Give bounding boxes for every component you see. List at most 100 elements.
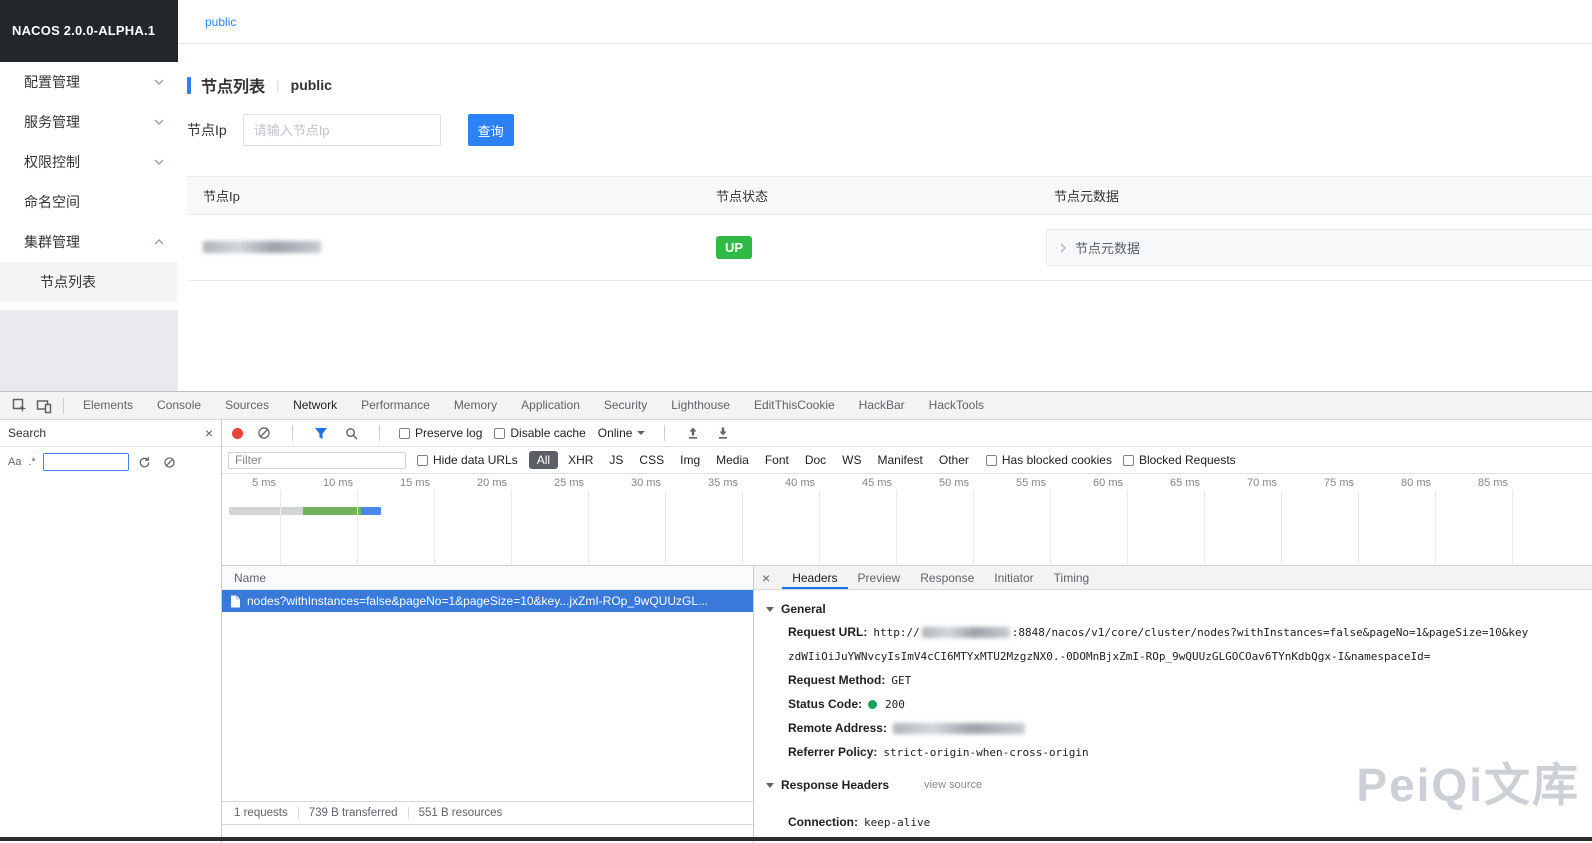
details-tab-response[interactable]: Response bbox=[910, 567, 984, 589]
summary-separator bbox=[298, 807, 299, 819]
timeline-gridline bbox=[357, 490, 358, 565]
timeline-tick-label: 60 ms bbox=[1065, 477, 1123, 489]
checkbox-icon bbox=[1123, 455, 1134, 466]
chevron-down-icon bbox=[637, 431, 645, 435]
device-toolbar-icon[interactable] bbox=[32, 394, 56, 418]
devtools-tab-sources[interactable]: Sources bbox=[213, 392, 281, 419]
timeline-gridline bbox=[665, 490, 666, 565]
network-pane: Preserve log Disable cache Online bbox=[222, 420, 1592, 843]
view-source-link[interactable]: view source bbox=[924, 779, 982, 791]
node-ip-cell bbox=[187, 239, 700, 257]
timeline-gridline bbox=[819, 490, 820, 565]
devtools-tab-console[interactable]: Console bbox=[145, 392, 213, 419]
filter-icon[interactable] bbox=[312, 424, 330, 442]
details-tab-timing[interactable]: Timing bbox=[1044, 567, 1100, 589]
timeline-tick-label: 20 ms bbox=[449, 477, 507, 489]
details-tab-initiator[interactable]: Initiator bbox=[984, 567, 1043, 589]
details-tab-headers[interactable]: Headers bbox=[782, 567, 847, 589]
filter-pill-img[interactable]: Img bbox=[674, 451, 706, 469]
details-tab-preview[interactable]: Preview bbox=[848, 567, 911, 589]
response-headers-section-header[interactable]: Response Headers view source bbox=[766, 774, 1592, 796]
namespace-bar: public bbox=[178, 0, 1592, 44]
search-refresh-icon[interactable] bbox=[136, 453, 154, 471]
filter-pill-font[interactable]: Font bbox=[759, 451, 795, 469]
has-blocked-cookies-checkbox[interactable]: Has blocked cookies bbox=[986, 453, 1112, 467]
sidebar-item-service[interactable]: 服务管理 bbox=[0, 102, 178, 142]
checkbox-icon bbox=[417, 455, 428, 466]
status-ok-icon bbox=[868, 700, 877, 709]
filter-pill-xhr[interactable]: XHR bbox=[562, 451, 599, 469]
search-clear-icon[interactable] bbox=[161, 453, 179, 471]
request-url-row: Request URL: http://:8848/nacos/v1/core/… bbox=[766, 620, 1592, 644]
status-badge: UP bbox=[716, 236, 752, 259]
filter-pill-ws[interactable]: WS bbox=[836, 451, 867, 469]
page-title: 节点列表 bbox=[201, 73, 265, 97]
filter-pill-manifest[interactable]: Manifest bbox=[872, 451, 929, 469]
clear-icon[interactable] bbox=[255, 424, 273, 442]
devtools-tab-application[interactable]: Application bbox=[509, 392, 592, 419]
devtools-tab-editthiscookie[interactable]: EditThisCookie bbox=[742, 392, 847, 419]
devtools-tab-security[interactable]: Security bbox=[592, 392, 659, 419]
waterfall-download-segment bbox=[361, 507, 381, 515]
request-row-selected[interactable]: nodes?withInstances=false&pageNo=1&pageS… bbox=[222, 590, 753, 612]
filter-input[interactable] bbox=[228, 452, 406, 469]
record-button[interactable] bbox=[232, 428, 243, 439]
devtools-tab-memory[interactable]: Memory bbox=[442, 392, 509, 419]
redacted-host bbox=[922, 627, 1010, 638]
metadata-expander[interactable]: 节点元数据 bbox=[1046, 229, 1592, 266]
network-overview-ruler[interactable]: 5 ms10 ms15 ms20 ms25 ms30 ms35 ms40 ms4… bbox=[222, 474, 1592, 566]
devtools-tab-hacktools[interactable]: HackTools bbox=[917, 392, 996, 419]
timeline-tick-label: 15 ms bbox=[372, 477, 430, 489]
namespace-tab-public[interactable]: public bbox=[205, 15, 236, 29]
inspect-element-icon[interactable] bbox=[8, 394, 32, 418]
search-input[interactable] bbox=[43, 453, 129, 471]
filter-pill-other[interactable]: Other bbox=[933, 451, 975, 469]
node-table: 节点Ip 节点状态 节点元数据 UP 节点元数据 bbox=[187, 176, 1592, 281]
sidebar-item-permission[interactable]: 权限控制 bbox=[0, 142, 178, 182]
search-icon[interactable] bbox=[342, 424, 360, 442]
filter-pill-all[interactable]: All bbox=[529, 451, 558, 469]
timeline-gridline bbox=[1512, 490, 1513, 565]
filter-pill-css[interactable]: CSS bbox=[633, 451, 670, 469]
devtools-tab-hackbar[interactable]: HackBar bbox=[847, 392, 917, 419]
match-case-toggle[interactable]: Aa bbox=[8, 456, 21, 468]
request-list-header[interactable]: Name bbox=[222, 566, 753, 590]
details-close-button[interactable]: × bbox=[762, 571, 770, 585]
devtools-tab-lighthouse[interactable]: Lighthouse bbox=[659, 392, 742, 419]
filter-pill-doc[interactable]: Doc bbox=[799, 451, 832, 469]
node-ip-input[interactable] bbox=[243, 114, 441, 146]
devtools-tab-performance[interactable]: Performance bbox=[349, 392, 442, 419]
disable-cache-checkbox[interactable]: Disable cache bbox=[494, 426, 585, 440]
timeline-tick-label: 45 ms bbox=[834, 477, 892, 489]
search-toolbar: Aa .* bbox=[0, 447, 221, 477]
timeline-tick-label: 40 ms bbox=[757, 477, 815, 489]
timeline-tick-label: 55 ms bbox=[988, 477, 1046, 489]
filter-pill-media[interactable]: Media bbox=[710, 451, 755, 469]
throttling-select[interactable]: Online bbox=[598, 426, 646, 440]
general-section-header[interactable]: General bbox=[766, 598, 1592, 620]
col-header-node-status: 节点状态 bbox=[700, 186, 1038, 205]
chevron-up-icon bbox=[154, 239, 164, 245]
timeline-tick-label: 50 ms bbox=[911, 477, 969, 489]
query-button[interactable]: 查询 bbox=[468, 114, 514, 146]
preserve-log-checkbox[interactable]: Preserve log bbox=[399, 426, 482, 440]
timeline-tick-label: 80 ms bbox=[1373, 477, 1431, 489]
search-close-button[interactable]: × bbox=[205, 426, 213, 440]
sidebar-item-node-list[interactable]: 节点列表 bbox=[0, 262, 178, 302]
checkbox-icon bbox=[494, 428, 505, 439]
search-pane: Search × Aa .* bbox=[0, 420, 222, 843]
regex-toggle[interactable]: .* bbox=[28, 456, 35, 468]
timeline-gridline bbox=[1281, 490, 1282, 565]
sidebar-item-config[interactable]: 配置管理 bbox=[0, 62, 178, 102]
devtools-tab-network[interactable]: Network bbox=[281, 392, 349, 419]
blocked-requests-checkbox[interactable]: Blocked Requests bbox=[1123, 453, 1236, 467]
hide-data-urls-checkbox[interactable]: Hide data URLs bbox=[417, 453, 518, 467]
sidebar-item-namespace[interactable]: 命名空间 bbox=[0, 182, 178, 222]
import-har-icon[interactable] bbox=[684, 424, 702, 442]
screen: NACOS 2.0.0-ALPHA.1 配置管理 服务管理 权限控制 命名空间 … bbox=[0, 0, 1592, 843]
export-har-icon[interactable] bbox=[714, 424, 732, 442]
page-header: 节点列表 | public bbox=[187, 73, 332, 97]
filter-pill-js[interactable]: JS bbox=[603, 451, 629, 469]
devtools-tab-elements[interactable]: Elements bbox=[71, 392, 145, 419]
sidebar-item-cluster[interactable]: 集群管理 bbox=[0, 222, 178, 262]
